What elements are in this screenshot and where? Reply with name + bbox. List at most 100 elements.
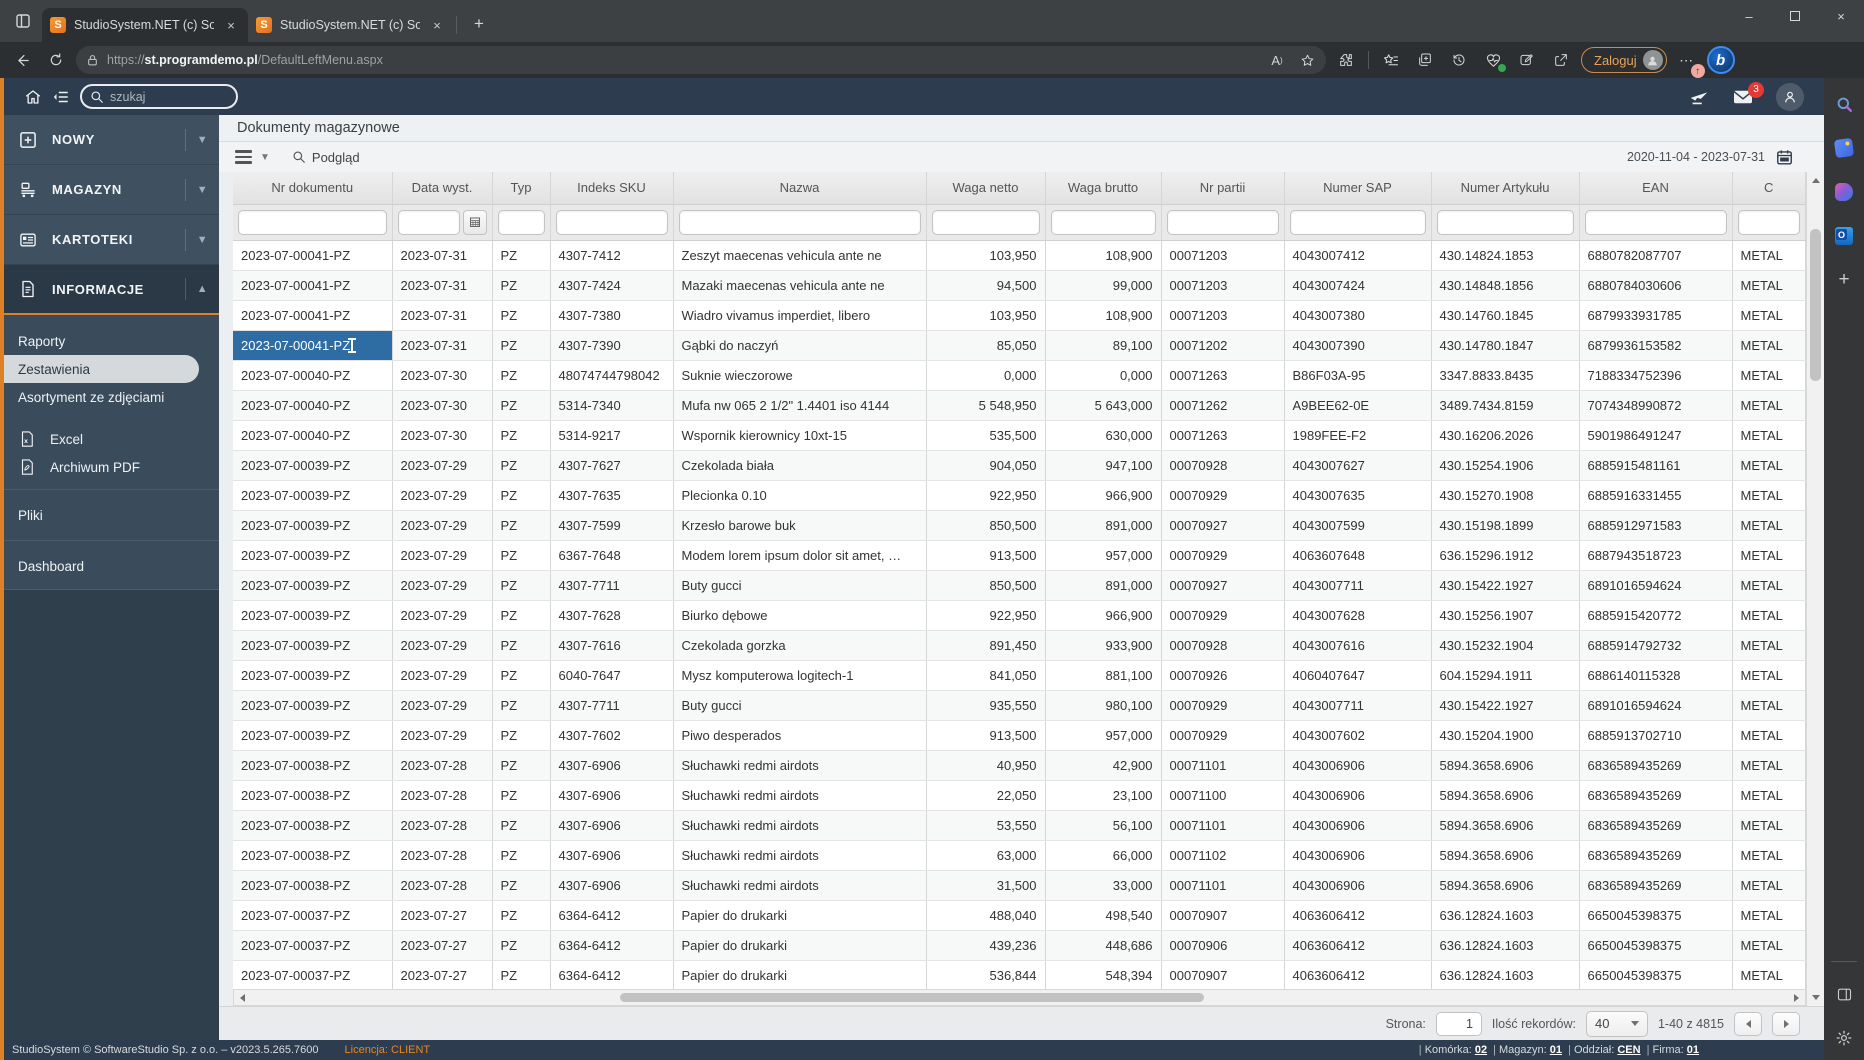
chevron-down-icon[interactable]: ▼	[185, 228, 219, 251]
cell[interactable]: PZ	[492, 330, 551, 361]
cell[interactable]: 00071101	[1161, 810, 1285, 841]
copilot-icon[interactable]: b	[1706, 46, 1735, 74]
column-header[interactable]: Numer SAP	[1284, 172, 1432, 205]
cell[interactable]: 891,000	[1045, 510, 1162, 541]
cell[interactable]: METAL	[1732, 300, 1806, 331]
cell[interactable]: METAL	[1732, 270, 1806, 301]
sidebar-item-magazyn[interactable]: MAGAZYN ▼	[4, 165, 219, 215]
cell[interactable]: 2023-07-00041-PZ	[233, 330, 393, 361]
cell[interactable]: 00070927	[1161, 510, 1285, 541]
more-options-button[interactable]: ⋯ ↑	[1673, 46, 1705, 78]
cell[interactable]: 00071101	[1161, 750, 1285, 781]
cell[interactable]: 00070907	[1161, 900, 1285, 931]
cell[interactable]: 00070906	[1161, 930, 1285, 961]
cell[interactable]: Papier do drukarki	[673, 930, 927, 961]
cell[interactable]: 99,000	[1045, 270, 1162, 301]
cell[interactable]: Zeszyt maecenas vehicula ante ne	[673, 240, 927, 271]
column-header[interactable]: Data wyst.	[392, 172, 493, 205]
cell[interactable]: 00071203	[1161, 270, 1285, 301]
cell[interactable]: PZ	[492, 810, 551, 841]
cell[interactable]: 4063607648	[1284, 540, 1432, 571]
scroll-left-icon[interactable]	[234, 990, 251, 1005]
cell[interactable]: 6650045398375	[1579, 930, 1733, 961]
cell[interactable]: PZ	[492, 870, 551, 901]
scroll-up-icon[interactable]	[1807, 172, 1824, 189]
hscroll-thumb[interactable]	[619, 993, 1204, 1002]
cell[interactable]: 913,500	[926, 720, 1046, 751]
cell[interactable]: 2023-07-00041-PZ	[233, 300, 393, 331]
cell[interactable]: 4043006906	[1284, 780, 1432, 811]
cell[interactable]: 891,000	[1045, 570, 1162, 601]
cell[interactable]: PZ	[492, 240, 551, 271]
cell[interactable]: PZ	[492, 750, 551, 781]
cell[interactable]: 5894.3658.6906	[1431, 780, 1580, 811]
cell[interactable]: Słuchawki redmi airdots	[673, 780, 927, 811]
cell[interactable]: 430.15232.1904	[1431, 630, 1580, 661]
cell[interactable]: 94,500	[926, 270, 1046, 301]
export-archiwum-pdf[interactable]: Archiwum PDF	[4, 453, 219, 481]
next-page-button[interactable]	[1772, 1011, 1800, 1036]
cell[interactable]: 4307-7412	[550, 240, 674, 271]
cell[interactable]: 00071203	[1161, 240, 1285, 271]
cell[interactable]: Gąbki do naczyń	[673, 330, 927, 361]
cell[interactable]: 957,000	[1045, 540, 1162, 571]
cell[interactable]: METAL	[1732, 930, 1806, 961]
cell[interactable]: 00070926	[1161, 660, 1285, 691]
cell[interactable]: 2023-07-00037-PZ	[233, 900, 393, 931]
app-search-input[interactable]	[110, 89, 228, 104]
cell[interactable]: METAL	[1732, 570, 1806, 601]
cell[interactable]: 922,950	[926, 480, 1046, 511]
cell[interactable]: 536,844	[926, 960, 1046, 989]
cell[interactable]: 2023-07-28	[392, 870, 493, 901]
cell[interactable]: METAL	[1732, 450, 1806, 481]
date-range[interactable]: 2020-11-04 - 2023-07-31	[1627, 150, 1765, 164]
cell[interactable]: 2023-07-00039-PZ	[233, 660, 393, 691]
favorite-star-icon[interactable]	[1296, 46, 1318, 74]
cell[interactable]: 2023-07-29	[392, 660, 493, 691]
cell[interactable]: 4043007424	[1284, 270, 1432, 301]
cell[interactable]: 2023-07-00038-PZ	[233, 810, 393, 841]
cell[interactable]: 2023-07-27	[392, 900, 493, 931]
cell[interactable]: 4307-7424	[550, 270, 674, 301]
cell[interactable]: Słuchawki redmi airdots	[673, 750, 927, 781]
cell[interactable]: 00070927	[1161, 570, 1285, 601]
cell[interactable]: 6880782087707	[1579, 240, 1733, 271]
cell[interactable]: 5901986491247	[1579, 420, 1733, 451]
cell[interactable]: Buty gucci	[673, 690, 927, 721]
cell[interactable]: 7074348990872	[1579, 390, 1733, 421]
cell[interactable]: 4307-6906	[550, 840, 674, 871]
cell[interactable]: 2023-07-00039-PZ	[233, 630, 393, 661]
share-icon[interactable]	[1547, 46, 1575, 74]
cell[interactable]: 48074744798042	[550, 360, 674, 391]
cell[interactable]: 535,500	[926, 420, 1046, 451]
cell[interactable]: 4307-7380	[550, 300, 674, 331]
cell[interactable]: 5894.3658.6906	[1431, 840, 1580, 871]
cell[interactable]: 4307-7602	[550, 720, 674, 751]
cell[interactable]: Czekolada biała	[673, 450, 927, 481]
cell[interactable]: 2023-07-27	[392, 960, 493, 989]
cell[interactable]: Buty gucci	[673, 570, 927, 601]
cell[interactable]: 430.16206.2026	[1431, 420, 1580, 451]
cell[interactable]: 2023-07-00040-PZ	[233, 360, 393, 391]
cell[interactable]: METAL	[1732, 690, 1806, 721]
grid-menu-icon[interactable]	[235, 150, 252, 164]
cell[interactable]: 2023-07-30	[392, 390, 493, 421]
cell[interactable]: 4043006906	[1284, 840, 1432, 871]
cell[interactable]: B86F03A-95	[1284, 360, 1432, 391]
cell[interactable]: 2023-07-00037-PZ	[233, 930, 393, 961]
cell[interactable]: 2023-07-30	[392, 360, 493, 391]
cell[interactable]: 4043006906	[1284, 870, 1432, 901]
cell[interactable]: METAL	[1732, 390, 1806, 421]
cell[interactable]: 6891016594624	[1579, 690, 1733, 721]
calendar-icon[interactable]	[1775, 148, 1794, 167]
cell[interactable]: 31,500	[926, 870, 1046, 901]
cell[interactable]: 6891016594624	[1579, 570, 1733, 601]
cell[interactable]: 4043007602	[1284, 720, 1432, 751]
filter-input[interactable]	[678, 209, 921, 235]
cell[interactable]: 00071263	[1161, 420, 1285, 451]
extensions-icon[interactable]	[1332, 46, 1360, 74]
cell[interactable]: 5894.3658.6906	[1431, 810, 1580, 841]
lock-icon[interactable]	[86, 54, 99, 67]
menu-collapse-icon[interactable]	[52, 88, 70, 106]
cell[interactable]: 6364-6412	[550, 900, 674, 931]
